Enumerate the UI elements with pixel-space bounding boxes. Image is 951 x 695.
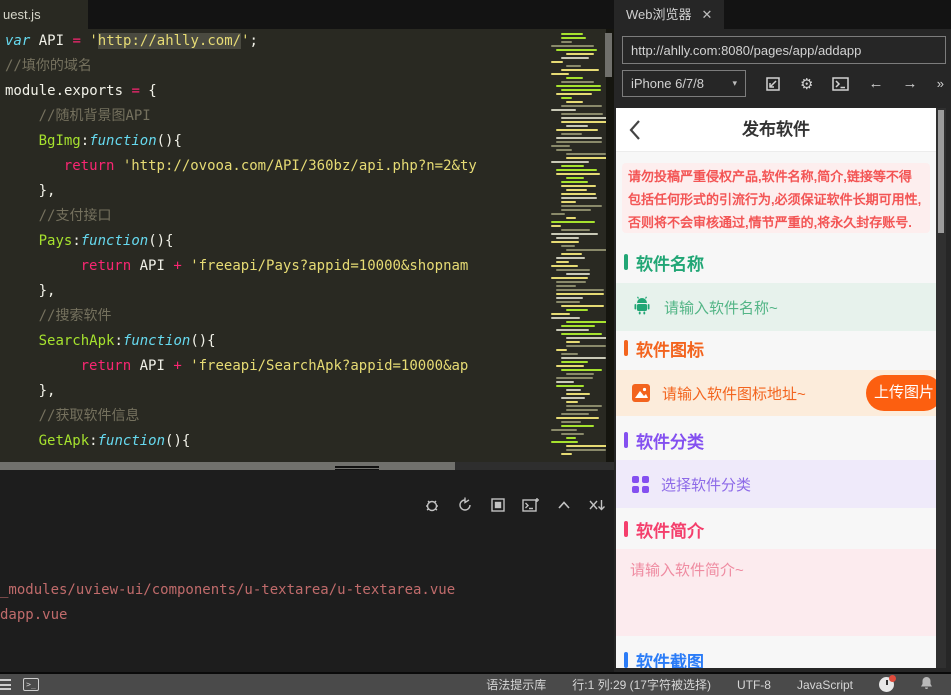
tab-web-browser[interactable]: Web浏览器 ✕ (614, 0, 725, 29)
image-icon (632, 384, 650, 402)
open-external-icon[interactable] (765, 76, 781, 92)
editor-vscrollbar-thumb[interactable] (605, 33, 612, 77)
console-line: dapp.vue (0, 607, 68, 623)
section-header-app-category: 软件分类 (616, 428, 704, 452)
section-bar (624, 340, 628, 356)
browser-tabbar: Web浏览器 ✕ (614, 0, 951, 29)
web-browser-panel: Web浏览器 ✕ iPhone 6/7/8 ▾ ⚙ ← → » 发布软件 请勿投… (614, 0, 951, 672)
section-header-app-screenshot: 软件截图 (616, 648, 704, 668)
editor-tab-request-js[interactable]: uest.js (0, 0, 88, 29)
app-intro-textarea[interactable]: 请输入软件简介~ (616, 549, 936, 636)
device-label: iPhone 6/7/8 (631, 76, 705, 91)
app-category-placeholder: 选择软件分类 (661, 476, 752, 494)
bell-icon[interactable] (920, 676, 933, 693)
editor-tabbar: uest.js (0, 0, 614, 29)
page-navbar: 发布软件 (616, 108, 936, 152)
new-terminal-icon[interactable] (522, 496, 540, 514)
app-category-select[interactable]: 选择软件分类 (616, 460, 936, 508)
close-icon[interactable]: ✕ (702, 0, 713, 29)
section-title: 软件截图 (636, 652, 704, 669)
cursor-position-status[interactable]: 行:1 列:29 (17字符被选择) (572, 676, 711, 693)
section-title: 软件简介 (636, 521, 704, 541)
browser-toolbar: iPhone 6/7/8 ▾ ⚙ ← → » (622, 70, 946, 97)
back-arrow-icon[interactable]: ← (868, 75, 883, 92)
preview-scrollbar[interactable] (936, 108, 946, 668)
section-header-app-icon: 软件图标 (616, 336, 704, 360)
history-notification-icon[interactable] (879, 675, 896, 692)
section-header-app-name: 软件名称 (616, 250, 704, 274)
syntax-lib-status[interactable]: 语法提示库 (486, 676, 546, 693)
app-name-input[interactable]: 请输入软件名称~ (616, 283, 936, 331)
minimap-canvas (548, 29, 606, 455)
editor-hscrollbar-thumb[interactable] (0, 462, 455, 470)
language-status[interactable]: JavaScript (797, 678, 853, 692)
terminal-icon[interactable] (832, 76, 850, 91)
collapse-icon[interactable] (555, 496, 573, 514)
tab-label: Web浏览器 (626, 7, 692, 22)
console-line: _modules/uview-ui/components/u-textarea/… (0, 582, 456, 598)
terminal-icon[interactable]: >_ (23, 678, 39, 691)
code-editor[interactable]: var API = 'http://ahlly.com/';//填你的域名 mod… (0, 29, 548, 462)
section-header-app-intro: 软件简介 (616, 517, 704, 541)
forward-arrow-icon[interactable]: → (902, 75, 917, 92)
console-panel: _modules/uview-ui/components/u-textarea/… (0, 470, 614, 672)
code-lines: var API = 'http://ahlly.com/';//填你的域名 mod… (5, 33, 477, 449)
grid-icon (632, 475, 649, 493)
section-title: 软件名称 (636, 254, 704, 274)
upload-image-button[interactable]: 上传图片 (866, 375, 936, 411)
menu-icon[interactable] (0, 679, 11, 690)
phone-viewport: 发布软件 请勿投稿严重侵权产品,软件名称,简介,链接等不得包括任何形式的引流行为… (616, 108, 936, 668)
section-bar (624, 254, 628, 270)
section-bar (624, 652, 628, 668)
debug-icon[interactable] (423, 496, 441, 514)
section-bar (624, 521, 628, 537)
back-chevron-icon[interactable] (626, 119, 646, 146)
app-icon-placeholder: 请输入软件图标地址~ (662, 385, 806, 403)
status-bar: >_ 语法提示库 行:1 列:29 (17字符被选择) UTF-8 JavaSc… (0, 672, 951, 695)
gear-icon[interactable]: ⚙ (800, 75, 813, 93)
section-title: 软件图标 (636, 340, 704, 360)
encoding-status[interactable]: UTF-8 (737, 678, 771, 692)
section-bar (624, 432, 628, 448)
minimap[interactable] (548, 29, 606, 470)
app-name-placeholder: 请输入软件名称~ (664, 299, 778, 317)
device-select[interactable]: iPhone 6/7/8 ▾ (622, 70, 746, 97)
restart-icon[interactable] (456, 496, 474, 514)
stop-icon[interactable] (489, 496, 507, 514)
page-title: 发布软件 (742, 120, 810, 139)
more-tools-icon[interactable]: » (937, 76, 944, 91)
url-input[interactable] (622, 36, 946, 64)
editor-hscrollbar[interactable] (0, 462, 614, 470)
section-title: 软件分类 (636, 432, 704, 452)
chevron-down-icon: ▾ (732, 78, 737, 88)
warning-notice: 请勿投稿严重侵权产品,软件名称,简介,链接等不得包括任何形式的引流行为,必须保证… (622, 163, 930, 233)
console-toolbar (423, 496, 606, 514)
clear-icon[interactable] (588, 496, 606, 514)
android-icon (632, 295, 652, 320)
console-output: _modules/uview-ui/components/u-textarea/… (0, 578, 614, 628)
preview-scrollbar-thumb[interactable] (938, 110, 944, 233)
